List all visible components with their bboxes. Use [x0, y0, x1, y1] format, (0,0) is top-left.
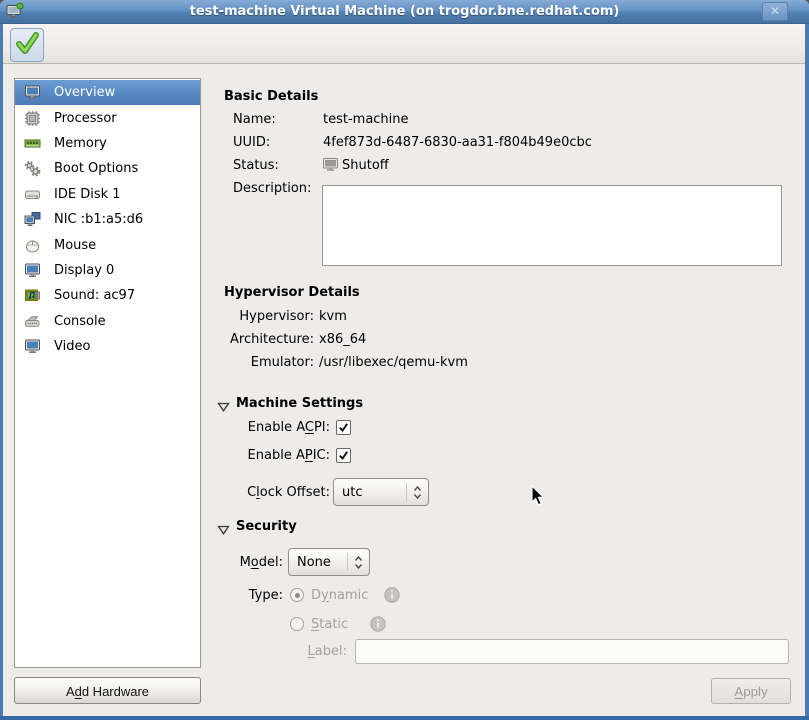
security-model-row: Model: None [237, 548, 370, 576]
hardware-list: Overview Processor Memory Boot Options IDE D… [14, 78, 201, 668]
security-type-label: Type: [237, 588, 283, 603]
sidebar-item-boot-options[interactable]: Boot Options [15, 156, 200, 181]
disk-icon [24, 186, 41, 203]
sidebar-item-console[interactable]: Console [15, 309, 200, 334]
memory-icon [24, 135, 41, 152]
sound-icon [24, 287, 41, 304]
processor-icon [24, 110, 41, 127]
sidebar-item-nic-b1-a5-d6[interactable]: NIC :b1:a5:d6 [15, 207, 200, 232]
acpi-label: Enable ACPI: [237, 420, 330, 435]
apic-label: Enable APIC: [237, 448, 330, 463]
uuid-label: UUID: [233, 135, 270, 150]
green-checkmark-icon [13, 29, 41, 61]
titlebar[interactable]: test-machine Virtual Machine (on trogdor… [0, 0, 809, 24]
description-label: Description: [233, 181, 311, 196]
apic-row: Enable APIC: [237, 445, 351, 465]
sidebar-item-overview[interactable]: Overview [15, 80, 200, 105]
sidebar-item-label: Memory [54, 136, 107, 151]
mouse-cursor [531, 485, 546, 511]
add-hardware-button[interactable]: Add Hardware [14, 677, 201, 704]
clock-offset-label: Clock Offset: [237, 485, 330, 500]
apic-checkbox[interactable] [336, 448, 351, 463]
description-textarea[interactable] [322, 185, 782, 266]
dynamic-label: Dynamic [311, 588, 368, 603]
machine-settings-heading: Machine Settings [236, 396, 363, 411]
sidebar-item-video[interactable]: Video [15, 334, 200, 359]
mouse-icon [24, 237, 41, 254]
sidebar-item-memory[interactable]: Memory [15, 131, 200, 156]
sidebar-item-sound-ac97[interactable]: Sound: ac97 [15, 283, 200, 308]
vm-details-window: test-machine Virtual Machine (on trogdor… [0, 0, 809, 720]
console-icon [24, 313, 41, 330]
window-frame-right [805, 24, 809, 720]
name-value: test-machine [323, 112, 409, 127]
machine-settings-expander-icon[interactable] [217, 401, 230, 411]
nic-icon [24, 211, 41, 228]
acpi-checkbox[interactable] [336, 420, 351, 435]
emulator-label: Emulator: [224, 355, 314, 370]
monitor-icon [24, 84, 41, 101]
status-value: Shutoff [342, 158, 389, 173]
emulator-value: /usr/libexec/qemu-kvm [319, 355, 468, 370]
basic-details-heading: Basic Details [224, 89, 318, 104]
security-type-static-row: Static [290, 615, 386, 633]
window-frame-bottom [0, 716, 809, 720]
gears-icon [24, 160, 41, 177]
window-title: test-machine Virtual Machine (on trogdor… [0, 0, 809, 24]
toolbar [3, 24, 805, 64]
confirm-checkmark-button[interactable] [10, 28, 44, 62]
sidebar-item-ide-disk-1[interactable]: IDE Disk 1 [15, 182, 200, 207]
architecture-label: Architecture: [224, 332, 314, 347]
sidebar-item-display-0[interactable]: Display 0 [15, 258, 200, 283]
window-frame-left [0, 24, 3, 720]
clock-offset-row: Clock Offset: utc [237, 478, 429, 506]
architecture-value: x86_64 [319, 332, 366, 347]
shutoff-monitor-icon [322, 156, 339, 173]
acpi-row: Enable ACPI: [237, 417, 351, 437]
sidebar-item-label: Console [54, 314, 106, 329]
security-heading: Security [236, 519, 297, 534]
close-icon[interactable]: ✕ [762, 2, 788, 21]
monitor-icon [24, 338, 41, 355]
security-label-label: Label: [303, 644, 347, 659]
hypervisor-label: Hypervisor: [224, 309, 314, 324]
hypervisor-value: kvm [319, 309, 347, 324]
static-label: Static [311, 617, 348, 632]
info-icon [384, 587, 400, 603]
info-icon [370, 616, 386, 632]
name-label: Name: [233, 112, 276, 127]
static-radio[interactable] [290, 617, 304, 631]
sidebar-item-label: NIC :b1:a5:d6 [54, 212, 143, 227]
dynamic-radio[interactable] [290, 588, 304, 602]
combo-arrows-icon [407, 485, 428, 500]
sidebar-item-label: Overview [54, 85, 115, 100]
security-type-dynamic-row: Dynamic [290, 586, 400, 604]
security-expander-icon[interactable] [217, 524, 230, 534]
sidebar-item-label: Processor [54, 111, 117, 126]
monitor-icon [24, 262, 41, 279]
clock-offset-select[interactable]: utc [333, 478, 429, 506]
status-label: Status: [233, 158, 279, 173]
hypervisor-details-heading: Hypervisor Details [224, 285, 360, 300]
security-label-input[interactable] [355, 639, 789, 664]
sidebar-item-label: Boot Options [54, 161, 138, 176]
sidebar-item-processor[interactable]: Processor [15, 105, 200, 130]
security-model-value: None [289, 555, 347, 570]
sidebar-item-mouse[interactable]: Mouse [15, 232, 200, 257]
sidebar-item-label: IDE Disk 1 [54, 187, 121, 202]
sidebar-item-label: Video [54, 339, 90, 354]
sidebar-item-label: Mouse [54, 238, 96, 253]
combo-arrows-icon [348, 555, 369, 570]
uuid-value: 4fef873d-6487-6830-aa31-f804b49e0cbc [323, 135, 592, 150]
security-model-select[interactable]: None [288, 548, 370, 576]
security-model-label: Model: [237, 555, 283, 570]
sidebar-item-label: Display 0 [54, 263, 114, 278]
apply-button[interactable]: Apply [711, 678, 791, 704]
clock-offset-value: utc [334, 485, 406, 500]
sidebar-item-label: Sound: ac97 [54, 288, 135, 303]
